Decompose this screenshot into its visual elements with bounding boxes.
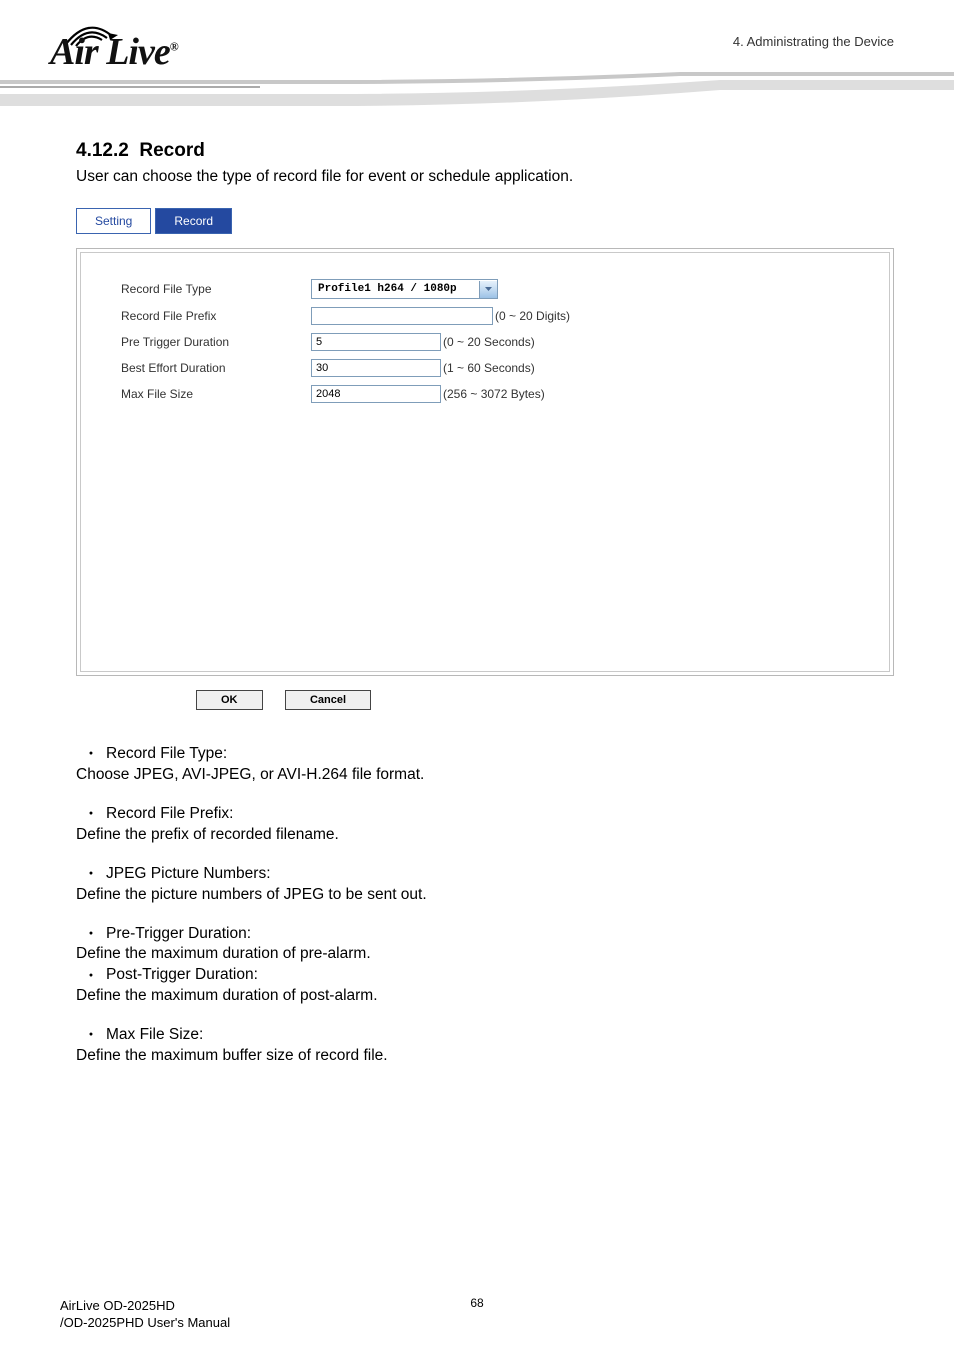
input-best-effort[interactable] — [311, 359, 441, 377]
settings-panel: Record File Type Profile1 h264 / 1080p R… — [76, 248, 894, 676]
brand-name: Air Live® — [50, 30, 178, 74]
header-divider — [0, 72, 954, 110]
label-record-file-type: Record File Type — [121, 282, 311, 296]
hint-pre-trigger: (0 ~ 20 Seconds) — [443, 335, 535, 349]
section-heading: 4.12.2 Record — [76, 140, 894, 162]
label-record-file-prefix: Record File Prefix — [121, 309, 311, 323]
section-description: User can choose the type of record file … — [76, 168, 894, 186]
footer-left: AirLive OD-2025HD /OD-2025PHD User's Man… — [60, 1297, 230, 1332]
input-max-file-size[interactable] — [311, 385, 441, 403]
hint-prefix: (0 ~ 20 Digits) — [495, 309, 570, 323]
input-pre-trigger[interactable] — [311, 333, 441, 351]
select-value: Profile1 h264 / 1080p — [312, 283, 479, 295]
hint-max-file-size: (256 ~ 3072 Bytes) — [443, 387, 545, 401]
tab-record[interactable]: Record — [155, 208, 232, 234]
brand-logo: Air Live® — [50, 30, 178, 74]
input-record-file-prefix[interactable] — [311, 307, 493, 325]
body-text: Record File Type: Choose JPEG, AVI-JPEG,… — [76, 744, 894, 1067]
label-pre-trigger: Pre Trigger Duration — [121, 335, 311, 349]
label-best-effort: Best Effort Duration — [121, 361, 311, 375]
ok-button[interactable]: OK — [196, 690, 263, 710]
cancel-button[interactable]: Cancel — [285, 690, 371, 710]
tab-bar: Setting Record — [76, 208, 894, 234]
label-max-file-size: Max File Size — [121, 387, 311, 401]
tab-setting[interactable]: Setting — [76, 208, 151, 234]
hint-best-effort: (1 ~ 60 Seconds) — [443, 361, 535, 375]
select-record-file-type[interactable]: Profile1 h264 / 1080p — [311, 279, 498, 299]
chevron-down-icon[interactable] — [479, 281, 497, 298]
breadcrumb: 4. Administrating the Device — [733, 34, 894, 49]
